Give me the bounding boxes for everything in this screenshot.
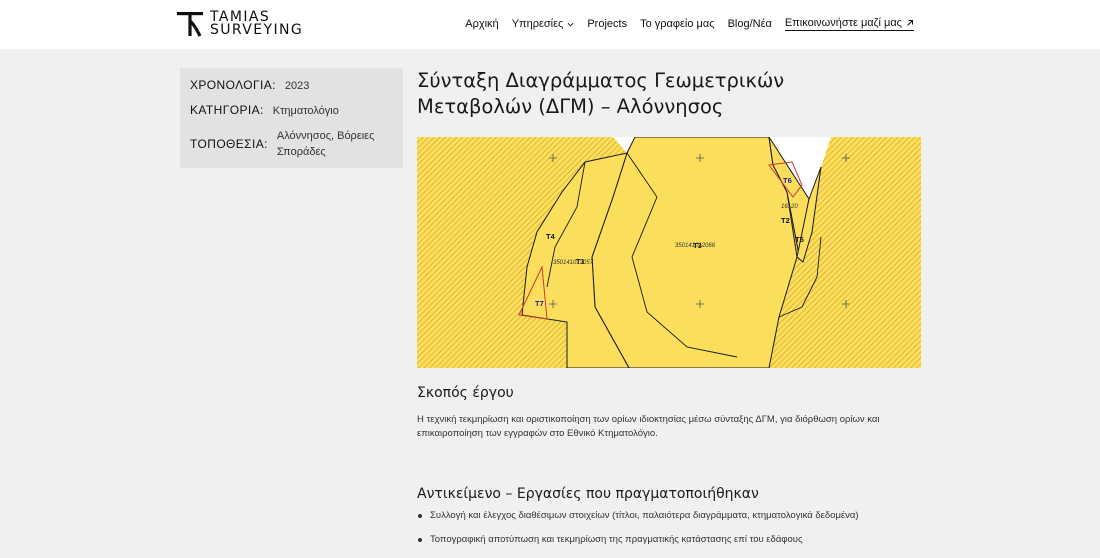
- nav-services-label: Υπηρεσίες: [511, 18, 564, 30]
- label-kaek-right: 16120: [781, 204, 798, 210]
- main-nav: Αρχική Υπηρεσίες Projects Το γραφείο μας…: [465, 17, 914, 31]
- tamias-logo-icon: [177, 12, 203, 37]
- cadastral-map-svg: Τ4 Τ1 Τ3 Τ2 Τ5 Τ6 Τ7 350141012057 350141…: [417, 137, 921, 368]
- purpose-heading: Σκοπός έργου: [417, 385, 514, 401]
- label-t6: Τ6: [783, 176, 792, 185]
- nav-office[interactable]: Το γραφείο μας: [640, 18, 714, 30]
- meta-year: ΧΡΟΝΟΛΟΓΙΑ: 2023: [180, 78, 403, 94]
- scope-heading: Αντικείμενο – Εργασίες που πραγματοποιήθ…: [417, 486, 759, 502]
- meta-category: ΚΑΤΗΓΟΡΙΑ: Κτηματολόγιο: [180, 103, 403, 119]
- page-title-line2: Μεταβολών (ΔΓΜ) – Αλόννησος: [417, 95, 724, 118]
- purpose-paragraph: Η τεχνική τεκμηρίωση και οριστικοποίηση …: [417, 413, 917, 441]
- nav-contact-label: Επικοινωνήστε μαζί μας: [784, 17, 902, 29]
- meta-year-label: ΧΡΟΝΟΛΟΓΙΑ:: [190, 78, 276, 92]
- label-kaek-center: 350141012066: [675, 243, 716, 249]
- meta-year-value: 2023: [284, 80, 310, 92]
- list-item: Συλλογή και έλεγχος διαθέσιμων στοιχείων…: [417, 510, 1017, 523]
- meta-location: ΤΟΠΟΘΕΣΙΑ: Αλόννησος, Βόρειες Σποράδες: [180, 128, 403, 160]
- meta-category-value: Κτηματολόγιο: [272, 105, 339, 117]
- label-t5: Τ5: [795, 235, 804, 244]
- site-header: TAMIAS SURVEYING Αρχική Υπηρεσίες Projec…: [0, 0, 1100, 49]
- logo-text: TAMIAS SURVEYING: [210, 10, 304, 38]
- page-title: Σύνταξη Διαγράμματος Γεωμετρικών Μεταβολ…: [417, 68, 937, 120]
- nav-blog[interactable]: Blog/Νέα: [728, 18, 772, 30]
- project-meta-box: ΧΡΟΝΟΛΟΓΙΑ: 2023 ΚΑΤΗΓΟΡΙΑ: Κτηματολόγιο…: [180, 68, 403, 168]
- meta-category-label: ΚΑΤΗΓΟΡΙΑ:: [190, 103, 264, 117]
- meta-location-line1: Αλόννησος, Βόρειες: [276, 130, 375, 142]
- meta-location-line2: Σποράδες: [276, 146, 326, 158]
- label-t2: Τ2: [781, 216, 790, 225]
- logo-line-2: SURVEYING: [210, 22, 304, 38]
- list-item: Τοπογραφική αποτύπωση και τεκμηρίωση της…: [417, 534, 1017, 547]
- nav-contact-button[interactable]: Επικοινωνήστε μαζί μας: [784, 17, 914, 31]
- parcel-t3: [591, 137, 798, 368]
- meta-location-value: Αλόννησος, Βόρειες Σποράδες: [277, 128, 375, 160]
- chevron-down-icon: [567, 22, 574, 26]
- meta-location-label: ΤΟΠΟΘΕΣΙΑ:: [190, 137, 268, 151]
- purpose-line1: Η τεχνική τεκμηρίωση και οριστικοποίηση …: [417, 414, 880, 425]
- label-kaek-left: 350141012057: [553, 260, 594, 266]
- page-title-line1: Σύνταξη Διαγράμματος Γεωμετρικών: [417, 69, 785, 92]
- label-t4: Τ4: [546, 232, 556, 241]
- cadastral-map-image: Τ4 Τ1 Τ3 Τ2 Τ5 Τ6 Τ7 350141012057 350141…: [417, 137, 921, 368]
- logo[interactable]: TAMIAS SURVEYING: [177, 10, 304, 38]
- nav-home[interactable]: Αρχική: [465, 18, 498, 30]
- purpose-line2: επικαιροποίηση των εγγραφών στο Εθνικό Κ…: [417, 428, 658, 439]
- nav-services[interactable]: Υπηρεσίες: [512, 18, 575, 30]
- label-t7: Τ7: [535, 299, 544, 308]
- arrow-up-right-icon: [907, 20, 913, 26]
- nav-projects[interactable]: Projects: [587, 18, 627, 30]
